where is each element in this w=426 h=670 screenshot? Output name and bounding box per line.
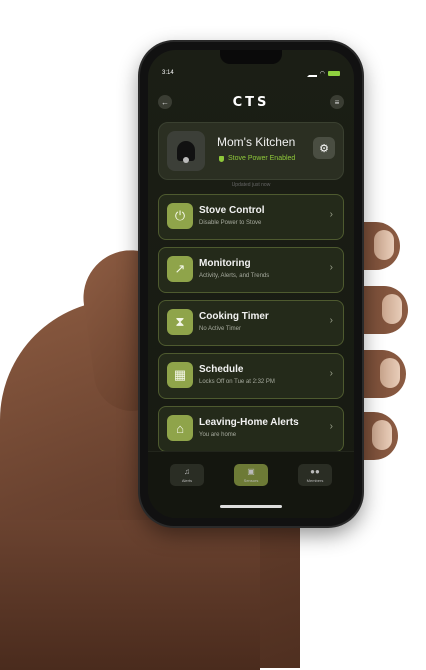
tab-label: Alerts [181, 477, 193, 483]
members-icon: ●● [310, 466, 320, 476]
fingernail [382, 294, 402, 324]
tab-label: Members [306, 477, 324, 483]
fingernail [374, 230, 394, 260]
shield-icon [219, 155, 224, 162]
tab-alerts[interactable]: ♫ Alerts [170, 464, 204, 486]
phone-device: 3:14 ◠ ← CTS ≡ Mom's Kitchen Stove Power… [140, 42, 362, 526]
app-logo: CTS [232, 94, 270, 110]
kitchen-title: Mom's Kitchen [217, 135, 296, 149]
menu-item-schedule[interactable]: ▦ Schedule Locks Off on Tue at 2:32 PM › [158, 353, 344, 399]
hamburger-icon: ≡ [334, 97, 340, 107]
phone-screen: 3:14 ◠ ← CTS ≡ Mom's Kitchen Stove Power… [148, 50, 354, 518]
menu-item-subtitle: Locks Off on Tue at 2:32 PM [199, 379, 275, 385]
menu-item-stove-control[interactable]: ⏻ Stove Control Disable Power to Stove › [158, 194, 344, 240]
tab-bar: ♫ Alerts ▣ Sensors ●● Members [148, 451, 354, 518]
status-bar: 3:14 ◠ [162, 68, 340, 78]
menu-list: ⏻ Stove Control Disable Power to Stove ›… [158, 194, 344, 459]
gear-icon: ⚙ [319, 142, 329, 155]
fingernail [372, 420, 392, 450]
chevron-right-icon: › [329, 315, 333, 326]
battery-icon [328, 70, 340, 76]
chevron-right-icon: › [329, 209, 333, 220]
stove-sensor-icon [177, 141, 195, 163]
menu-button[interactable]: ≡ [330, 95, 344, 109]
status-icons: ◠ [306, 70, 340, 77]
updated-text: Updated just now [231, 182, 271, 188]
menu-item-subtitle: You are home [199, 432, 237, 438]
kitchen-status: Stove Power Enabled [219, 155, 295, 162]
menu-item-cooking-timer[interactable]: ⧗ Cooking Timer No Active Timer › [158, 300, 344, 346]
hourglass-icon: ⧗ [167, 309, 193, 335]
kitchen-status-text: Stove Power Enabled [228, 155, 296, 162]
wifi-icon: ◠ [319, 70, 325, 77]
menu-item-title: Leaving-Home Alerts [199, 417, 299, 428]
signal-icon [306, 70, 317, 77]
hand-wrist [0, 520, 260, 670]
kitchen-card[interactable]: Mom's Kitchen Stove Power Enabled ⚙ [158, 122, 344, 180]
menu-item-subtitle: Activity, Alerts, and Trends [199, 273, 270, 279]
menu-item-title: Schedule [199, 364, 244, 375]
back-button[interactable]: ← [158, 95, 172, 109]
fingernail [380, 358, 400, 388]
home-indicator[interactable] [220, 505, 282, 508]
arrow-left-icon: ← [161, 97, 169, 107]
menu-item-subtitle: Disable Power to Stove [199, 220, 262, 226]
menu-item-subtitle: No Active Timer [199, 326, 242, 332]
calendar-icon: ▦ [167, 362, 193, 388]
chevron-right-icon: › [329, 368, 333, 379]
stove-device-icon [167, 131, 205, 171]
top-bar: ← CTS ≡ [158, 92, 344, 112]
tab-label: Sensors [243, 477, 259, 483]
menu-item-title: Stove Control [199, 205, 265, 216]
tab-sensors[interactable]: ▣ Sensors [234, 464, 268, 486]
home-icon: ⌂ [167, 415, 193, 441]
tab-members[interactable]: ●● Members [298, 464, 332, 486]
menu-item-title: Cooking Timer [199, 311, 269, 322]
notch [220, 50, 282, 64]
settings-button[interactable]: ⚙ [313, 137, 335, 159]
power-icon: ⏻ [167, 203, 193, 229]
bell-icon: ♫ [184, 466, 190, 476]
chevron-right-icon: › [329, 421, 333, 432]
trend-icon: ↗ [167, 256, 193, 282]
chevron-right-icon: › [329, 262, 333, 273]
status-time: 3:14 [162, 70, 174, 76]
menu-item-monitoring[interactable]: ↗ Monitoring Activity, Alerts, and Trend… [158, 247, 344, 293]
menu-item-title: Monitoring [199, 258, 251, 269]
sensor-icon: ▣ [247, 466, 255, 476]
menu-item-leaving-home-alerts[interactable]: ⌂ Leaving-Home Alerts You are home › [158, 406, 344, 452]
